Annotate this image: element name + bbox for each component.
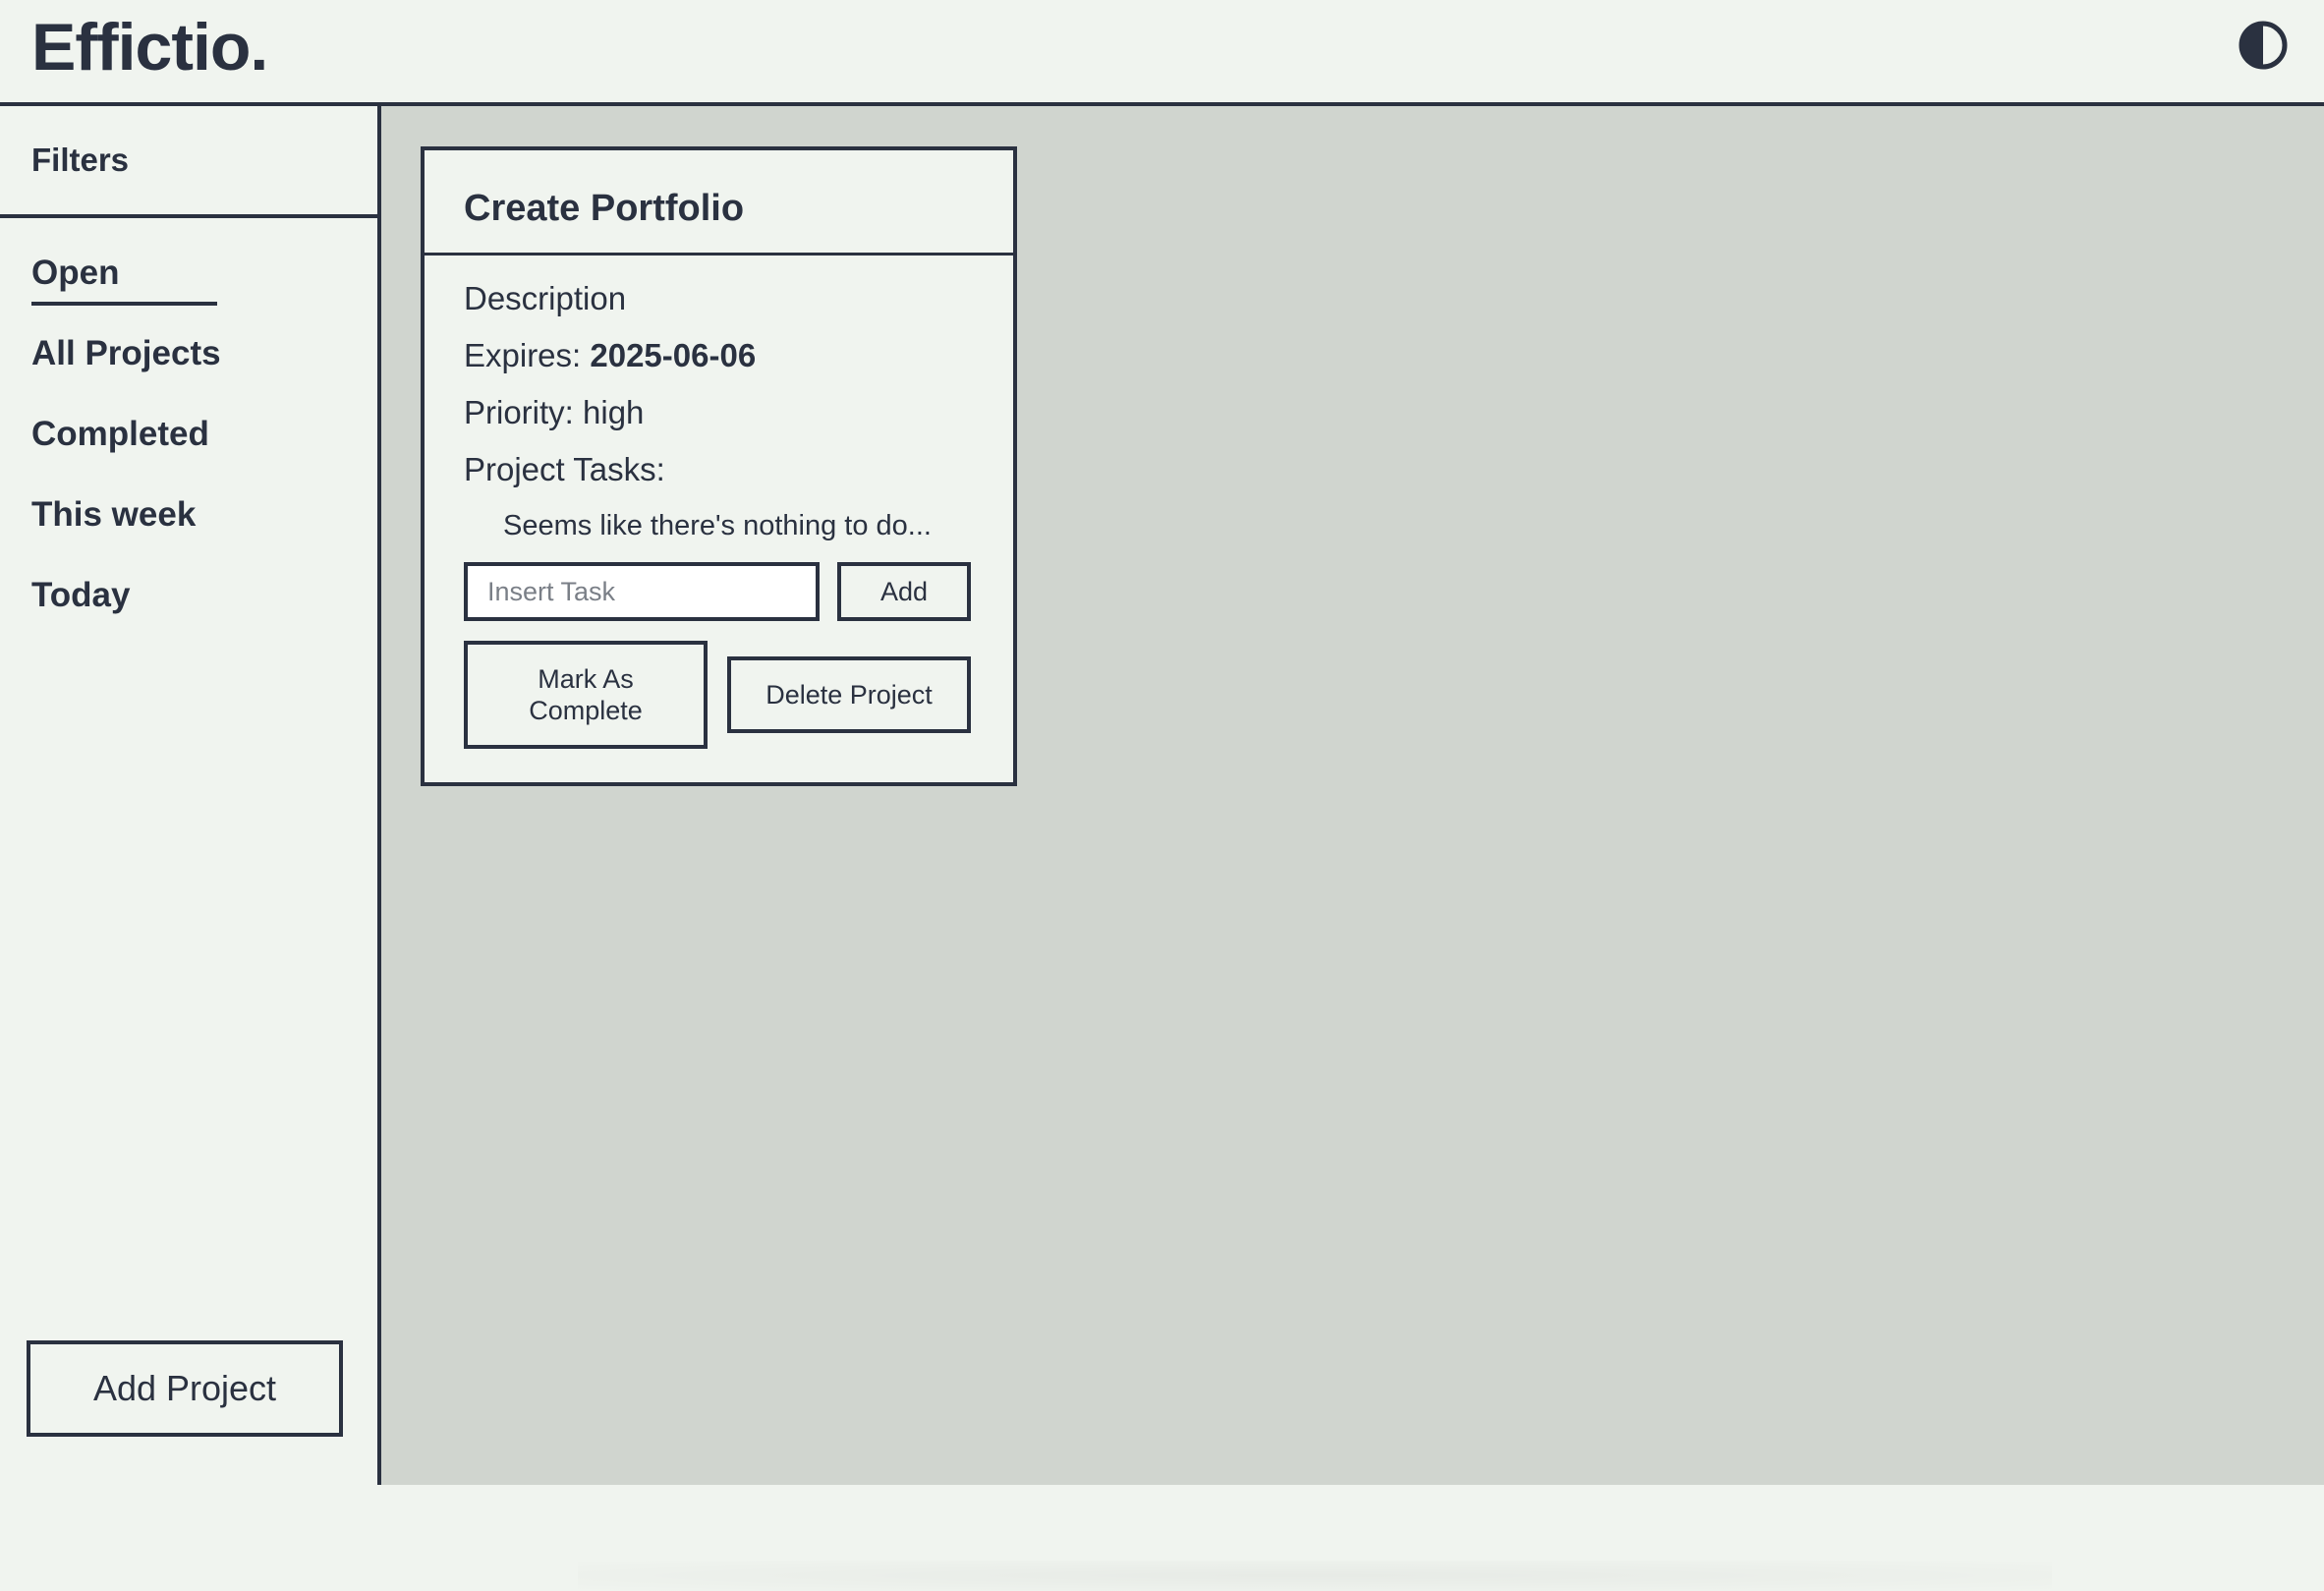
filters-heading: Filters bbox=[0, 106, 377, 218]
project-expires: Expires: 2025-06-06 bbox=[464, 332, 1013, 389]
project-title: Create Portfolio bbox=[425, 150, 1013, 256]
expires-date: 2025-06-06 bbox=[590, 337, 757, 373]
empty-tasks-message: Seems like there's nothing to do... bbox=[503, 510, 932, 541]
project-card: Create Portfolio Description Expires: 20… bbox=[421, 146, 1017, 786]
project-tasks-label: Project Tasks: bbox=[464, 451, 665, 487]
filter-open[interactable]: Open bbox=[31, 244, 377, 324]
filter-this-week[interactable]: This week bbox=[31, 485, 377, 566]
filter-completed[interactable]: Completed bbox=[31, 405, 377, 485]
expires-label: Expires: bbox=[464, 337, 591, 373]
app-header: Effictio. bbox=[0, 0, 2324, 106]
contrast-icon[interactable] bbox=[2238, 20, 2289, 71]
project-board: Create Portfolio Description Expires: 20… bbox=[381, 106, 2324, 1591]
delete-project-button[interactable]: Delete Project bbox=[727, 656, 971, 733]
project-description: Description bbox=[464, 280, 627, 316]
app-logo: Effictio. bbox=[31, 10, 268, 85]
bottom-shadow bbox=[578, 1561, 2052, 1591]
filter-nav: Open All Projects Completed This week To… bbox=[0, 218, 377, 647]
sidebar: Filters Open All Projects Completed This… bbox=[0, 106, 381, 1485]
add-project-button[interactable]: Add Project bbox=[27, 1340, 343, 1437]
filter-today[interactable]: Today bbox=[31, 566, 377, 647]
project-priority: Priority: high bbox=[464, 394, 645, 430]
add-task-button[interactable]: Add bbox=[837, 562, 971, 621]
filter-all-projects[interactable]: All Projects bbox=[31, 324, 377, 405]
task-input[interactable] bbox=[464, 562, 820, 621]
mark-complete-button[interactable]: Mark As Complete bbox=[464, 641, 708, 749]
